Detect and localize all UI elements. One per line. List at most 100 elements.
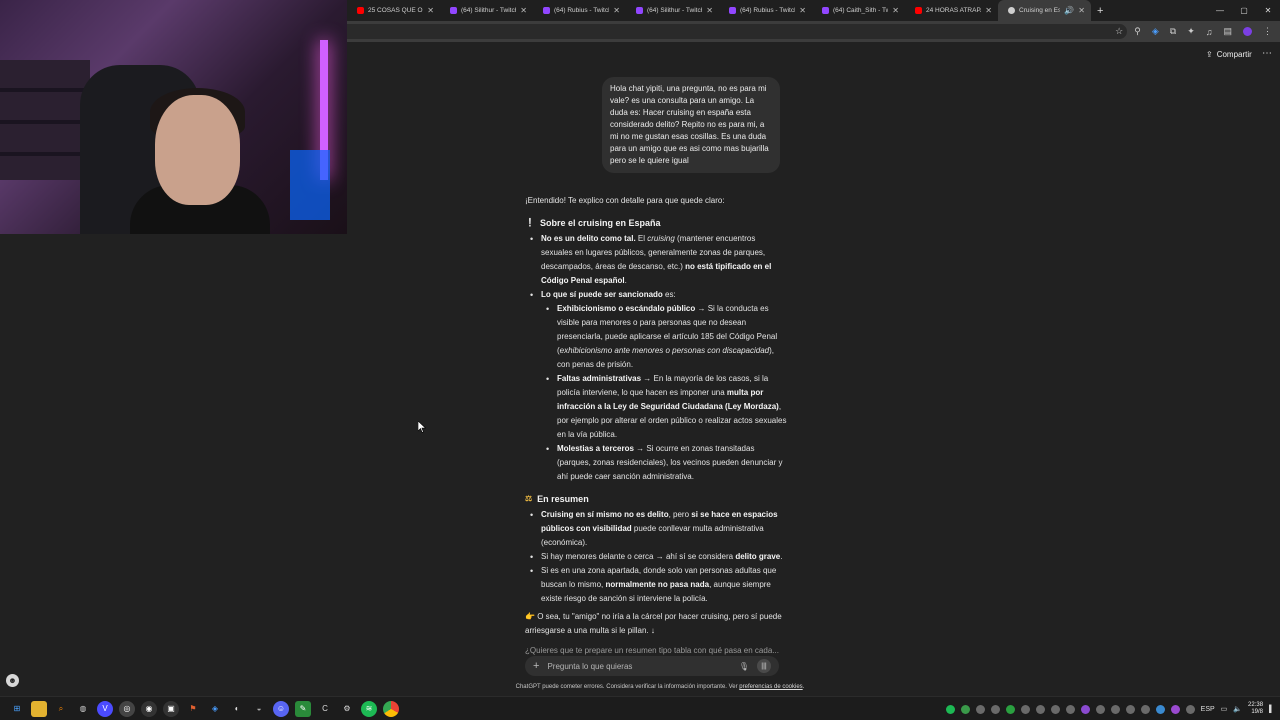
assistant-closing: 👉 O sea, tu "amigo" no iría a la cárcel … — [525, 612, 782, 635]
tab-title: 24 HORAS ATRAPANDO — [926, 7, 981, 14]
minimize-button[interactable]: — — [1208, 6, 1232, 15]
app-icon[interactable]: ◒ — [251, 701, 267, 717]
network-icon[interactable]: ▭ — [1221, 705, 1228, 713]
omnibox[interactable] — [347, 24, 1127, 39]
maximize-button[interactable]: ▢ — [1232, 6, 1256, 15]
section-heading: ⚖ En resumen — [525, 494, 589, 504]
discord-icon[interactable]: ☺ — [273, 700, 289, 717]
steam-icon[interactable]: ◐ — [229, 701, 245, 717]
more-options-icon[interactable]: ⋯ — [1262, 48, 1272, 59]
tab-title: (64) Silithur - Twitch — [461, 7, 517, 14]
tray-app-icon[interactable] — [1155, 704, 1165, 714]
browser-tab[interactable]: 24 HORAS ATRAPANDO ✕ — [905, 0, 998, 21]
profile-avatar[interactable] — [1243, 27, 1252, 36]
webcam-person-face — [155, 95, 240, 205]
pointing-hand-icon: 👉 — [525, 612, 535, 621]
tab-close-icon[interactable]: ✕ — [892, 6, 899, 15]
tab-title: Cruising en España — [1019, 7, 1061, 14]
voice-mode-icon[interactable]: ||| — [757, 659, 771, 673]
file-explorer-icon[interactable] — [31, 700, 47, 717]
tray-app-icon[interactable] — [1095, 704, 1105, 714]
sub-list: Exhibicionismo o escándalo público → Si … — [541, 302, 787, 484]
tray-app-icon[interactable] — [1005, 704, 1015, 714]
scroll-down-icon[interactable]: ↓ — [651, 626, 655, 635]
tray-app-icon[interactable] — [1020, 704, 1030, 714]
truncated-line: ¿Quieres que te prepare un resumen tipo … — [525, 646, 779, 655]
volume-icon[interactable]: 🔈 — [1233, 705, 1242, 713]
chrome-icon[interactable] — [383, 700, 399, 717]
extension-icon[interactable]: ◈ — [1152, 26, 1159, 37]
app-icon[interactable]: ✎ — [295, 700, 311, 717]
tray-app-icon[interactable] — [1185, 704, 1195, 714]
tab-close-icon[interactable]: ✕ — [706, 6, 713, 15]
tray-app-icon[interactable] — [1110, 704, 1120, 714]
sidepanel-icon[interactable]: ▤ — [1223, 26, 1232, 37]
browser-tab[interactable]: (64) Silithur - Twitch ✕ — [626, 0, 719, 21]
app-icon[interactable]: ⚙ — [339, 701, 355, 717]
extension-icon[interactable]: ⚲ — [1134, 26, 1141, 37]
tab-close-icon[interactable]: ✕ — [799, 6, 806, 15]
twitch-favicon-icon — [822, 7, 829, 14]
tray-app-icon[interactable] — [960, 704, 970, 714]
tab-close-icon[interactable]: ✕ — [427, 6, 434, 15]
browser-tab-active[interactable]: Cruising en España 🔊 ✕ — [998, 0, 1091, 21]
clock[interactable]: 22:38 19/8 — [1248, 702, 1263, 716]
prompt-input[interactable] — [547, 661, 731, 671]
app-icon[interactable]: C — [317, 701, 333, 717]
tray-app-icon[interactable] — [975, 704, 985, 714]
tray-app-icon[interactable] — [1065, 704, 1075, 714]
tray-app-icon[interactable] — [1050, 704, 1060, 714]
clock-date: 19/8 — [1251, 709, 1264, 715]
webcam-blue-light — [290, 150, 330, 220]
bookmark-star-icon[interactable]: ☆ — [1115, 26, 1123, 37]
speaker-icon[interactable]: 🔊 — [1064, 6, 1074, 15]
tray-app-icon[interactable] — [990, 704, 1000, 714]
tray-app-icon[interactable] — [1140, 704, 1150, 714]
browser-tab[interactable]: (64) Rubius - Twitch ✕ — [719, 0, 812, 21]
app-icon[interactable]: ▣ — [163, 700, 179, 717]
app-icon[interactable]: ◎ — [119, 700, 135, 717]
microphone-icon[interactable]: 🎙 — [739, 662, 749, 671]
browser-tab[interactable]: 25 COSAS QUE ODIAMOS ✕ — [347, 0, 440, 21]
cookie-preferences-link[interactable]: preferencias de cookies — [739, 684, 802, 690]
app-icon[interactable]: ◉ — [141, 700, 157, 717]
exclamation-icon: ❕ — [525, 218, 535, 227]
media-icon[interactable]: ♫ — [1206, 27, 1213, 37]
tab-close-icon[interactable]: ✕ — [613, 6, 620, 15]
app-icon[interactable]: ⚑ — [185, 701, 201, 717]
keyboard-language[interactable]: ESP — [1201, 706, 1215, 713]
tray-app-icon[interactable] — [1170, 704, 1180, 714]
composer: + 🎙 ||| — [525, 656, 779, 676]
tray-app-icon[interactable] — [1125, 704, 1135, 714]
notifications-icon[interactable]: ▌ — [1269, 706, 1274, 713]
bookmarks-icon[interactable]: ✦ — [1187, 26, 1195, 37]
tray-app-icon[interactable] — [1080, 704, 1090, 714]
tab-strip: 25 COSAS QUE ODIAMOS ✕ (64) Silithur - T… — [347, 0, 1280, 21]
add-attachment-icon[interactable]: + — [533, 660, 539, 672]
share-button[interactable]: ⇪ Compartir — [1206, 50, 1252, 59]
close-window-button[interactable]: ✕ — [1256, 6, 1280, 15]
browser-tab[interactable]: (64) Caith_Sith - Twitch ✕ — [812, 0, 905, 21]
tab-close-icon[interactable]: ✕ — [1078, 6, 1085, 15]
tray-app-icon[interactable] — [1035, 704, 1045, 714]
tab-close-icon[interactable]: ✕ — [520, 6, 527, 15]
webcam-overlay — [0, 0, 347, 234]
browser-menu-icon[interactable]: ⋮ — [1263, 26, 1272, 37]
twitch-favicon-icon — [729, 7, 736, 14]
app-icon[interactable]: ◈ — [207, 701, 223, 717]
tab-close-icon[interactable]: ✕ — [985, 6, 992, 15]
browser-tab[interactable]: (64) Rubius - Twitch ✕ — [533, 0, 626, 21]
browser-tab[interactable]: (64) Silithur - Twitch ✕ — [440, 0, 533, 21]
app-icon[interactable]: V — [97, 700, 113, 717]
app-icon[interactable]: ◍ — [75, 701, 91, 717]
new-tab-button[interactable]: + — [1097, 5, 1103, 17]
tray-spotify-icon[interactable] — [945, 704, 955, 714]
extensions-puzzle-icon[interactable]: ⧉ — [1170, 26, 1176, 37]
assistant-intro: ¡Entendido! Te explico con detalle para … — [525, 196, 725, 205]
spotify-icon[interactable]: ≋ — [361, 700, 377, 717]
list-item: Lo que sí puede ser sancionado es: Exhib… — [530, 288, 787, 484]
search-icon[interactable]: ⌕ — [53, 701, 69, 717]
account-icon[interactable]: ☻ — [6, 674, 19, 687]
section-heading: ❕ Sobre el cruising en España — [525, 218, 661, 228]
windows-start-icon[interactable]: ⊞ — [9, 701, 25, 717]
